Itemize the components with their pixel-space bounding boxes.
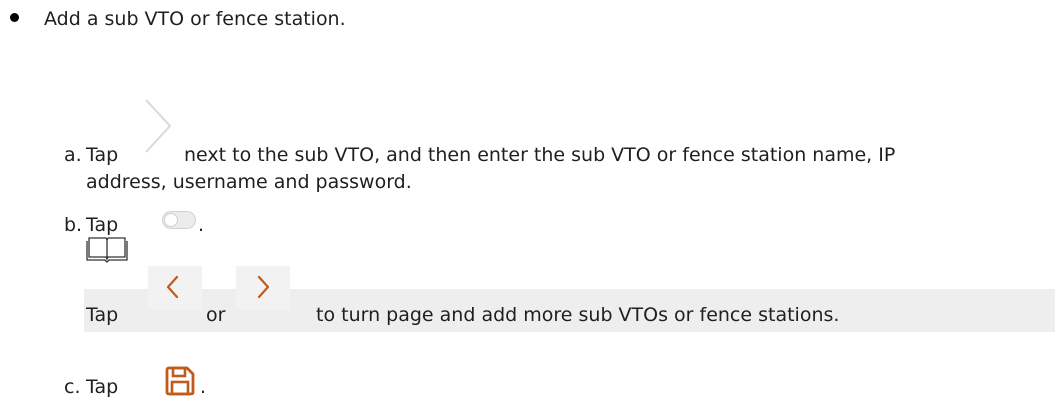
step-a-tap: Tap: [86, 144, 119, 166]
step-b-period: .: [198, 214, 205, 236]
note-or: or: [206, 304, 226, 326]
note-text: to turn page and add more sub VTOs or fe…: [316, 304, 840, 326]
chevron-right-icon: [257, 275, 270, 299]
book-note-icon: [86, 237, 128, 263]
step-c-tap: Tap: [86, 376, 119, 398]
toggle-switch-icon: [162, 210, 196, 229]
note-tap: Tap: [86, 304, 119, 326]
step-b-marker: b.: [64, 214, 83, 236]
chevron-right-icon: [145, 99, 172, 153]
step-c-marker: c.: [64, 376, 81, 398]
bullet-text: Add a sub VTO or fence station.: [44, 8, 346, 30]
step-a-marker: a.: [64, 144, 82, 166]
toggle-knob: [164, 212, 178, 227]
step-a-line1: next to the sub VTO, and then enter the …: [184, 144, 896, 166]
save-icon: [165, 366, 195, 396]
chevron-left-icon: [166, 275, 179, 299]
step-c-period: .: [200, 376, 207, 398]
bullet-dot: [10, 13, 19, 22]
step-a-line2: address, username and password.: [86, 171, 412, 193]
